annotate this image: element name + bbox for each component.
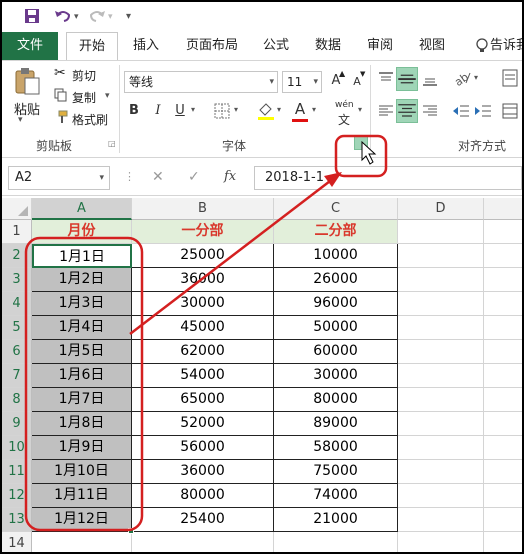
annotation-launcher-box [334,134,388,178]
mouse-cursor-icon [361,140,377,165]
annotation-arrow-line [129,177,335,335]
annotation-overlay [24,134,388,532]
excel-window: ▾ ▾ ▾ 文件 开始 插入 页面布局 公式 数据 审阅 视图 告诉我 粘贴 ▾… [0,0,524,554]
annotation-highlight-box [24,236,144,532]
